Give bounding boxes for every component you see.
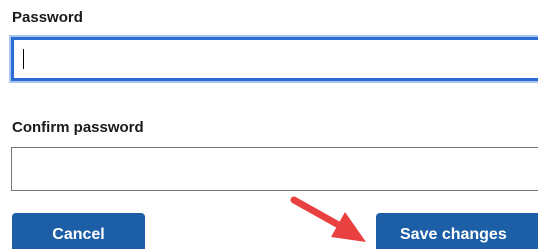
save-changes-button[interactable]: Save changes xyxy=(376,213,538,249)
confirm-password-input[interactable] xyxy=(11,147,538,191)
cancel-button[interactable]: Cancel xyxy=(12,213,145,249)
text-caret xyxy=(23,49,24,69)
change-password-form: Password Confirm password Cancel Save ch… xyxy=(0,0,538,249)
password-label: Password xyxy=(12,9,83,26)
confirm-password-label: Confirm password xyxy=(12,119,144,136)
password-input[interactable] xyxy=(9,35,538,83)
